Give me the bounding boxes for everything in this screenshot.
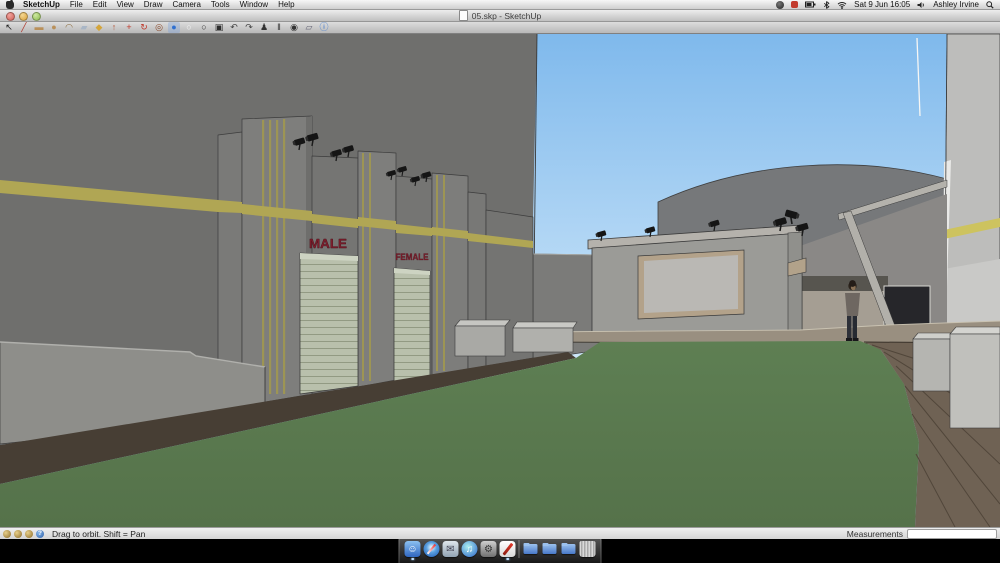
help-icon[interactable]: ? — [36, 529, 44, 538]
next-view-tool[interactable]: ↷ — [243, 22, 255, 33]
zoom-extents-tool[interactable]: ▣ — [213, 22, 225, 33]
stage-pillar — [787, 231, 803, 335]
scene-canvas[interactable]: MALE FEMALE — [0, 34, 1000, 527]
bluetooth-icon[interactable] — [823, 0, 830, 9]
dock-icon-itunes[interactable]: ♫ — [461, 541, 478, 557]
female-sign: FEMALE — [396, 252, 429, 263]
walk-tool[interactable]: ‖ — [273, 22, 285, 33]
dock-icon-system-preferences[interactable]: ⚙ — [480, 541, 497, 557]
desktop-bottom: ☺ ✉ ♫ ⚙ — [0, 536, 1000, 563]
user-menu[interactable]: Ashley Irvine — [933, 0, 979, 9]
paint-bucket-tool[interactable]: ◆ — [93, 22, 105, 33]
previous-view-tool[interactable]: ↶ — [228, 22, 240, 33]
menu-item-view[interactable]: View — [117, 0, 134, 9]
status-icon-1[interactable] — [3, 529, 11, 538]
dock: ☺ ✉ ♫ ⚙ — [398, 536, 602, 563]
male-sign: MALE — [309, 237, 347, 251]
status-hint: Drag to orbit. Shift = Pan — [52, 528, 146, 539]
menu-extras: Sat 9 Jun 16:05 Ashley Irvine — [776, 0, 994, 9]
running-indicator — [506, 557, 509, 560]
dock-icon-safari[interactable] — [423, 541, 440, 557]
wifi-icon[interactable] — [837, 1, 847, 9]
recording-status-icon[interactable] — [791, 1, 799, 8]
model-viewport[interactable]: MALE FEMALE — [0, 34, 1000, 527]
dock-icon-folder-1[interactable] — [523, 541, 539, 557]
menu-item-window[interactable]: Window — [240, 0, 268, 9]
line-tool[interactable]: ╱ — [18, 22, 30, 33]
rectangle-tool[interactable]: ▬ — [33, 22, 45, 33]
battery-icon[interactable] — [805, 1, 816, 8]
look-around-tool[interactable]: ◉ — [288, 22, 300, 33]
dock-icon-sketchup[interactable] — [499, 541, 516, 560]
dock-icon-folder-2[interactable] — [542, 541, 558, 557]
status-icon-3[interactable] — [25, 529, 33, 538]
position-camera-tool[interactable]: ♟ — [258, 22, 270, 33]
move-tool[interactable]: + — [123, 22, 135, 33]
select-tool[interactable]: ↖ — [3, 22, 15, 33]
menu-bar: SketchUp File Edit View Draw Camera Tools Wind… — [0, 0, 1000, 10]
status-icon-2[interactable] — [14, 529, 22, 538]
orbit-tool[interactable]: ● — [168, 21, 180, 33]
menu-item-draw[interactable]: Draw — [144, 0, 163, 9]
menu-clock[interactable]: Sat 9 Jun 16:05 — [854, 0, 910, 9]
circle-tool[interactable]: ● — [48, 22, 60, 33]
menu-item-edit[interactable]: Edit — [93, 0, 107, 9]
dock-icon-finder[interactable]: ☺ — [404, 541, 421, 560]
measurements-input[interactable] — [907, 528, 997, 539]
dock-icon-folder-3[interactable] — [561, 541, 577, 557]
menu-item-help[interactable]: Help — [278, 0, 294, 9]
stage-screen — [637, 249, 745, 320]
dock-icon-trash[interactable] — [579, 541, 596, 557]
menu-items: File Edit View Draw Camera Tools Window Help — [70, 0, 305, 9]
dock-icon-mail[interactable]: ✉ — [442, 541, 459, 557]
apple-icon[interactable] — [6, 0, 14, 9]
offset-tool[interactable]: ◎ — [153, 22, 165, 33]
menu-item-camera[interactable]: Camera — [172, 0, 200, 9]
zoom-tool[interactable]: ○ — [198, 22, 210, 33]
volume-icon[interactable] — [917, 1, 926, 9]
sketchup-toolbar: ↖ ╱ ▬ ● ◠ ▰ ◆ ↑ + ↻ ◎ ● ○ ○ ▣ ↶ ↷ ♟ ‖ ◉ ▱ ⓘ — [0, 21, 1000, 34]
running-indicator — [411, 557, 414, 560]
arc-tool[interactable]: ◠ — [63, 22, 75, 33]
push-pull-tool[interactable]: ↑ — [108, 22, 120, 33]
time-machine-icon[interactable] — [776, 0, 785, 9]
male-door — [299, 252, 359, 395]
rotate-tool[interactable]: ↻ — [138, 22, 150, 33]
menu-item-file[interactable]: File — [70, 0, 83, 9]
pan-tool[interactable]: ○ — [183, 22, 195, 33]
measurements-label: Measurements — [846, 528, 903, 539]
spotlight-icon[interactable] — [986, 0, 994, 9]
female-door — [393, 267, 431, 385]
section-plane-tool[interactable]: ▱ — [303, 22, 315, 33]
eraser-tool[interactable]: ▰ — [78, 22, 90, 33]
window-title: 05.skp - SketchUp — [0, 10, 1000, 21]
status-bar: ? Drag to orbit. Shift = Pan Measurement… — [0, 527, 1000, 539]
window-title-text: 05.skp - SketchUp — [471, 10, 542, 21]
window-title-bar[interactable]: 05.skp - SketchUp — [0, 10, 1000, 22]
document-icon — [458, 10, 468, 21]
menu-app-name[interactable]: SketchUp — [23, 0, 60, 9]
dock-separator — [518, 540, 520, 558]
menu-item-tools[interactable]: Tools — [211, 0, 230, 9]
model-info-tool[interactable]: ⓘ — [318, 22, 330, 33]
